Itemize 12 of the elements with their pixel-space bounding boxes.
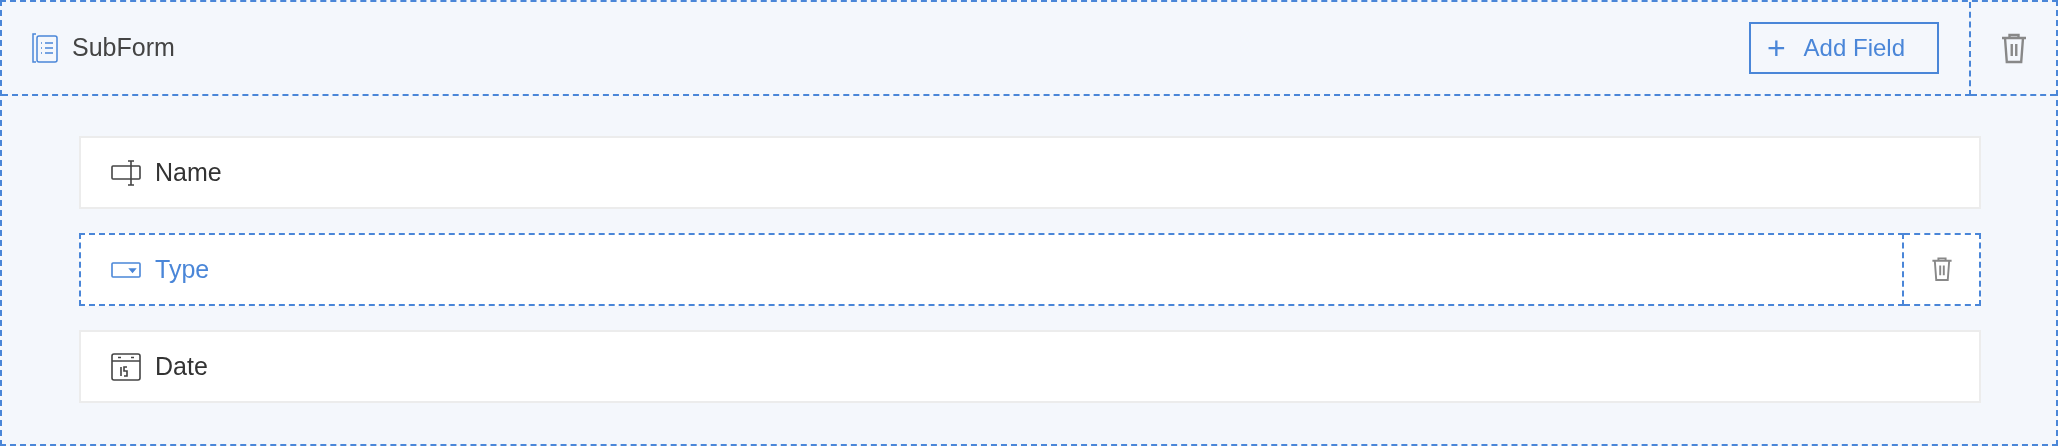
field-label: Type [155, 253, 210, 285]
text-field-icon [111, 159, 141, 186]
calendar-icon [111, 352, 141, 381]
field-label: Name [155, 156, 222, 188]
subform-icon [32, 33, 58, 63]
field-label: Date [155, 350, 208, 382]
delete-icon[interactable] [1929, 256, 1954, 283]
subform-title: SubForm [72, 32, 175, 64]
form-field-row[interactable]: Type [79, 233, 1904, 306]
form-field-row[interactable]: Name [79, 136, 1981, 209]
dropdown-icon [111, 260, 141, 279]
form-field-row[interactable]: Date [79, 330, 1981, 403]
